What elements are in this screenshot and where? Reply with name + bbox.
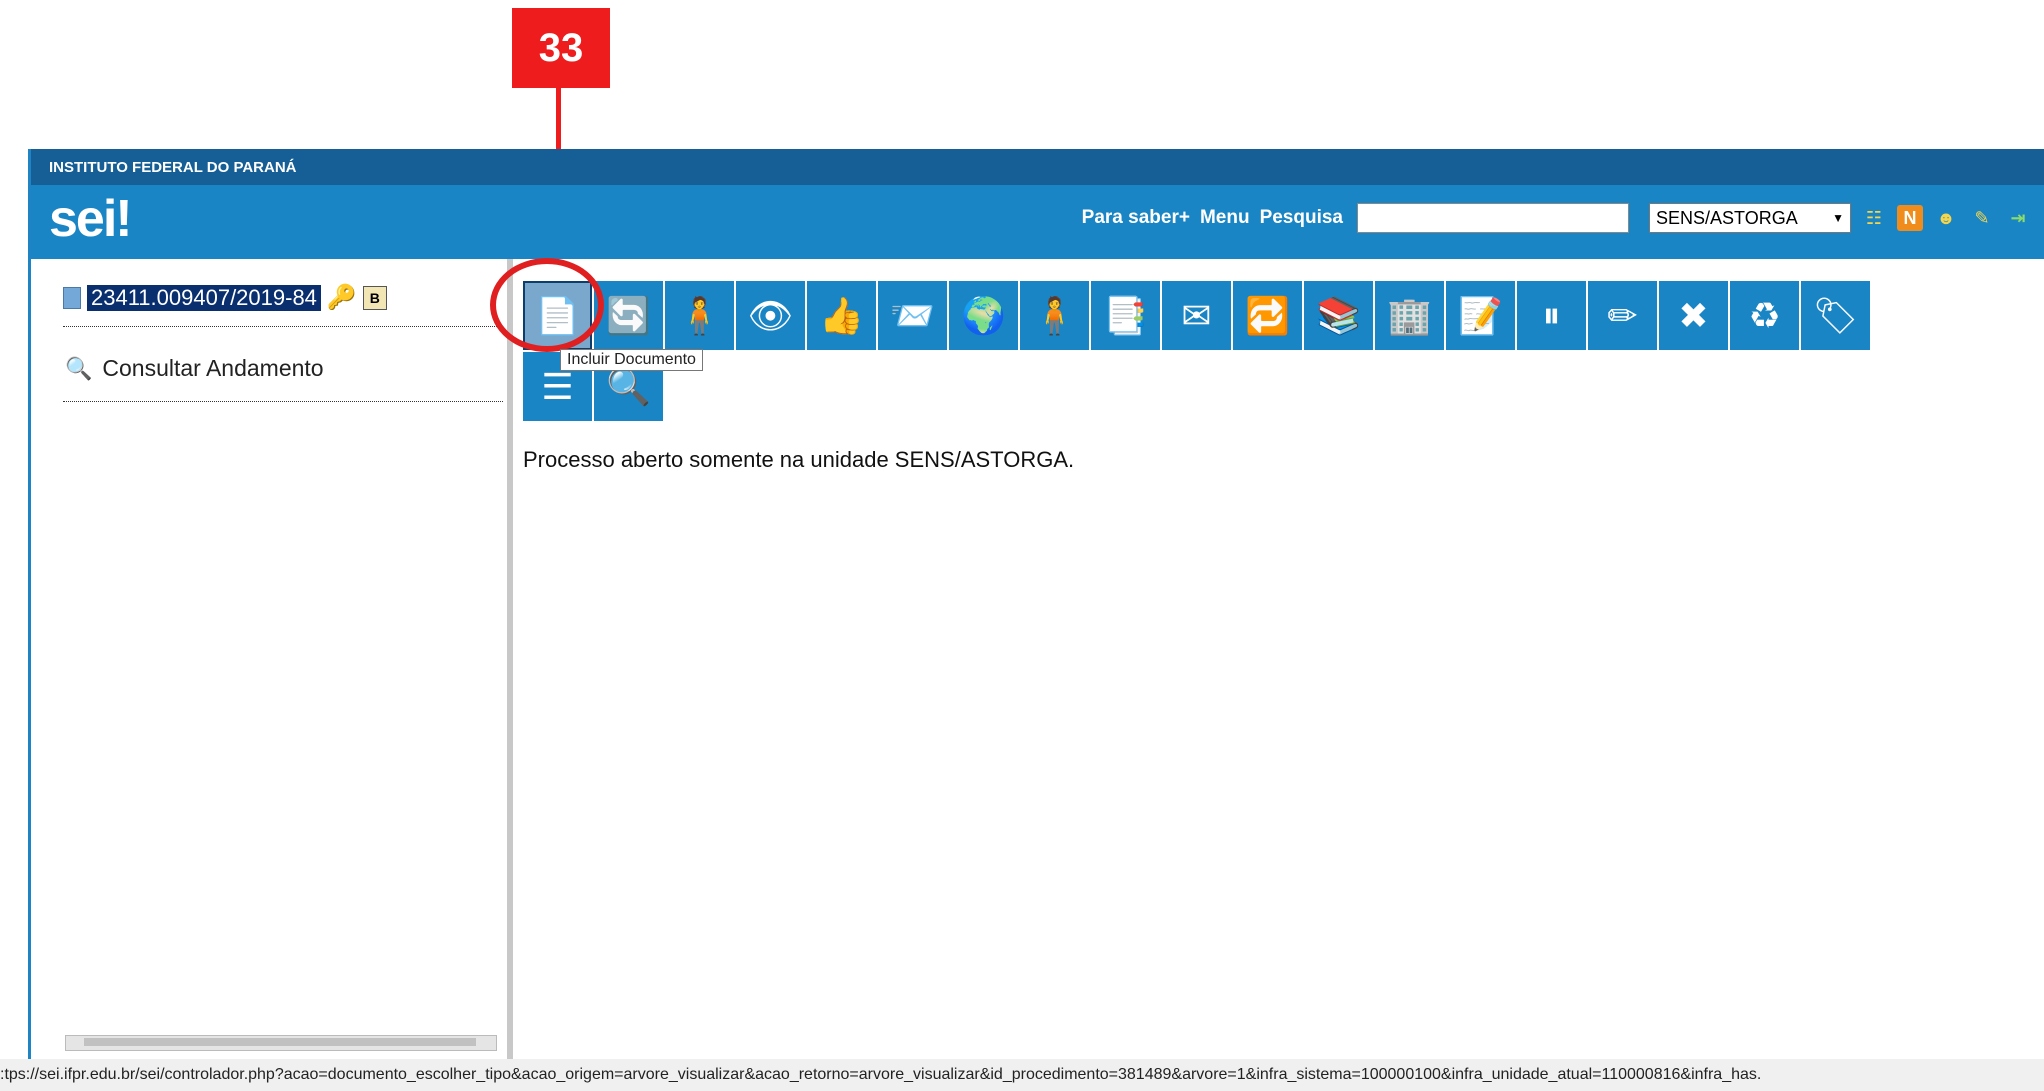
n-icon[interactable]: N	[1897, 205, 1923, 231]
header-nav: Para saber+ Menu Pesquisa SENS/ASTORGA ▼…	[1082, 201, 2044, 235]
enviar-processo-button[interactable]: 📨	[878, 281, 947, 350]
tree-separator	[63, 326, 503, 327]
key-icon: 🔑	[326, 284, 357, 311]
process-doc-icon	[63, 286, 81, 309]
gerenciar-documentos-button[interactable]: 📚	[1304, 281, 1373, 350]
iniciar-processo-relacionado-icon: 🔄	[606, 294, 651, 336]
institution-bar: INSTITUTO FEDERAL DO PARANÁ	[31, 149, 2044, 185]
magnifier-icon: 🔍	[65, 355, 93, 381]
exit-icon[interactable]: ⇥	[2005, 205, 2031, 231]
anexar-processo-button[interactable]: 📑	[1091, 281, 1160, 350]
app-window: INSTITUTO FEDERAL DO PARANÁ sei! Para sa…	[28, 149, 2044, 1059]
acompanhamento-especial-icon: 👁	[747, 294, 794, 336]
tools-icon[interactable]: ✎	[1969, 205, 1995, 231]
process-number[interactable]: 23411.009407/2019-84	[87, 284, 321, 311]
unit-select[interactable]: SENS/ASTORGA ▼	[1649, 203, 1851, 233]
pesquisa-label: Pesquisa	[1259, 207, 1343, 228]
gerar-pdf-button[interactable]: 🏢	[1375, 281, 1444, 350]
duplicar-processo-icon: 🌍	[961, 294, 1006, 336]
listar-documentos-icon: ☰	[541, 365, 574, 407]
enviar-processo-icon: 📨	[890, 294, 935, 336]
institution-name: INSTITUTO FEDERAL DO PARANÁ	[49, 158, 297, 176]
marcador-button[interactable]: 🏷	[1801, 281, 1870, 350]
gerenciar-documentos-icon: 📚	[1316, 294, 1361, 336]
gerar-pdf-icon: 🏢	[1387, 294, 1432, 336]
relacionamentos-button[interactable]: 🧍	[1020, 281, 1089, 350]
sobrestar-processo-icon: ⏸	[1542, 294, 1561, 335]
browser-status-bar: :tps://sei.ifpr.edu.br/sei/controlador.p…	[0, 1059, 2044, 1091]
excluir-icon: ✖	[1678, 294, 1709, 336]
duplicar-processo-button[interactable]: 🌍	[949, 281, 1018, 350]
marcador-icon: 🏷	[1812, 294, 1859, 336]
tree-process-node[interactable]: 23411.009407/2019-84 🔑 B	[63, 283, 387, 312]
sei-logo[interactable]: sei!	[49, 189, 133, 249]
step-number-badge: 33	[512, 8, 610, 88]
content-pane: 📄 🔄 🧍 👁 👍 📨 🌍 🧍 📑 ✉ 🔁 📚 🏢 📝 ⏸ ✏ ✖ ♻ 🏷 ☰ 🔍 Processo aberto so…	[513, 259, 2044, 1059]
process-status-text: Processo aberto somente na unidade SENS/…	[523, 447, 1075, 472]
tooltip: Incluir Documento	[560, 349, 703, 371]
acompanhamento-especial-button[interactable]: 👁	[736, 281, 805, 350]
ciencia-button[interactable]: 👍	[807, 281, 876, 350]
anotacoes-button[interactable]: 📝	[1446, 281, 1515, 350]
menu-link[interactable]: Menu	[1200, 207, 1250, 229]
excluir-button[interactable]: ✖	[1659, 281, 1728, 350]
atribuir-processo-button[interactable]: 🧍	[665, 281, 734, 350]
sobrestar-processo-button[interactable]: ⏸	[1517, 281, 1586, 350]
alterar-processo-icon: ✏	[1607, 294, 1638, 336]
consultar-andamento-label: Consultar Andamento	[102, 355, 324, 381]
enviar-email-icon: ✉	[1181, 294, 1212, 336]
anexar-processo-icon: 📑	[1103, 294, 1148, 336]
atualizar-andamento-icon: 🔁	[1245, 294, 1290, 336]
search-input[interactable]	[1357, 203, 1629, 233]
scrollbar-thumb[interactable]	[84, 1038, 476, 1046]
atualizar-andamento-button[interactable]: 🔁	[1233, 281, 1302, 350]
enviar-email-button[interactable]: ✉	[1162, 281, 1231, 350]
atribuir-processo-icon: 🧍	[677, 294, 722, 336]
process-toolbar: 📄 🔄 🧍 👁 👍 📨 🌍 🧍 📑 ✉ 🔁 📚 🏢 📝 ⏸ ✏ ✖ ♻ 🏷 ☰ 🔍	[523, 281, 1923, 423]
tree-separator	[63, 401, 503, 402]
relacionamentos-icon: 🧍	[1032, 294, 1077, 336]
para-saber-link[interactable]: Para saber+	[1082, 207, 1190, 229]
list-icon[interactable]: ☷	[1861, 205, 1887, 231]
horizontal-scrollbar[interactable]	[65, 1035, 497, 1051]
status-url: :tps://sei.ifpr.edu.br/sei/controlador.p…	[0, 1066, 1762, 1083]
concluir-processo-icon: ♻	[1748, 294, 1781, 336]
consultar-andamento-link[interactable]: 🔍 Consultar Andamento	[65, 355, 324, 382]
chevron-down-icon: ▼	[1832, 211, 1844, 225]
ciencia-icon: 👍	[819, 294, 864, 336]
anotacoes-icon: 📝	[1458, 294, 1503, 336]
user-icon[interactable]: ☻	[1933, 205, 1959, 231]
b-icon[interactable]: B	[362, 285, 387, 310]
alterar-processo-button[interactable]: ✏	[1588, 281, 1657, 350]
header-bar: sei! Para saber+ Menu Pesquisa SENS/ASTO…	[31, 185, 2044, 259]
process-tree-pane: 23411.009407/2019-84 🔑 B 🔍 Consultar And…	[31, 259, 513, 1059]
iniciar-processo-relacionado-button[interactable]: 🔄	[594, 281, 663, 350]
annotation-circle	[490, 258, 604, 352]
pesquisar-processo-icon: 🔍	[606, 365, 651, 407]
concluir-processo-button[interactable]: ♻	[1730, 281, 1799, 350]
